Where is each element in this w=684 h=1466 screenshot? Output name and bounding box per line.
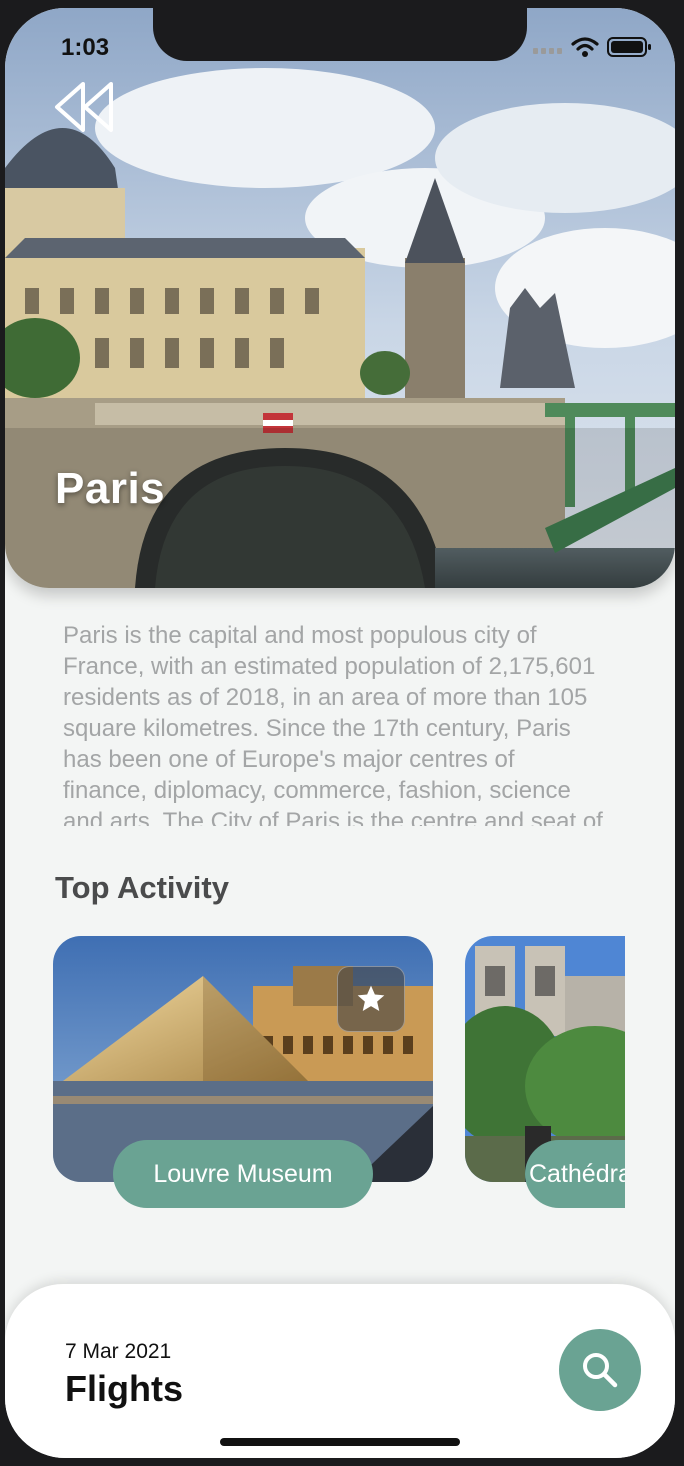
flight-date: 7 Mar 2021 <box>65 1340 172 1363</box>
favorite-button[interactable] <box>337 966 405 1032</box>
back-button[interactable] <box>51 80 117 134</box>
app-screen: Paris 1:03 Paris is the capital and most… <box>5 8 675 1458</box>
bottom-sheet[interactable]: 7 Mar 2021 Flights <box>5 1284 675 1458</box>
flights-title: Flights <box>65 1368 183 1409</box>
battery-icon <box>607 37 651 57</box>
destination-description: Paris is the capital and most populous c… <box>63 622 603 826</box>
signal-icon <box>533 48 562 54</box>
search-icon <box>583 1353 618 1388</box>
rewind-icon <box>55 82 113 132</box>
wifi-icon <box>571 37 599 57</box>
home-indicator[interactable] <box>220 1438 460 1446</box>
activity-label[interactable]: Cathédrale Notre-Dame <box>525 1140 625 1208</box>
status-icons <box>533 36 653 58</box>
status-time: 1:03 <box>61 34 110 61</box>
activity-card-notre-dame[interactable]: Cathédrale Notre-Dame <box>465 936 625 1212</box>
activity-carousel[interactable]: Louvre Museum Cathédrale Notre-Dame <box>53 936 625 1212</box>
search-button[interactable] <box>559 1329 641 1411</box>
activity-label[interactable]: Louvre Museum <box>113 1140 373 1208</box>
activity-card-louvre[interactable]: Louvre Museum <box>53 936 433 1212</box>
star-icon <box>357 985 385 1011</box>
device-notch <box>153 8 527 61</box>
top-activity-heading: Top Activity <box>55 870 229 905</box>
destination-title: Paris <box>55 464 166 513</box>
